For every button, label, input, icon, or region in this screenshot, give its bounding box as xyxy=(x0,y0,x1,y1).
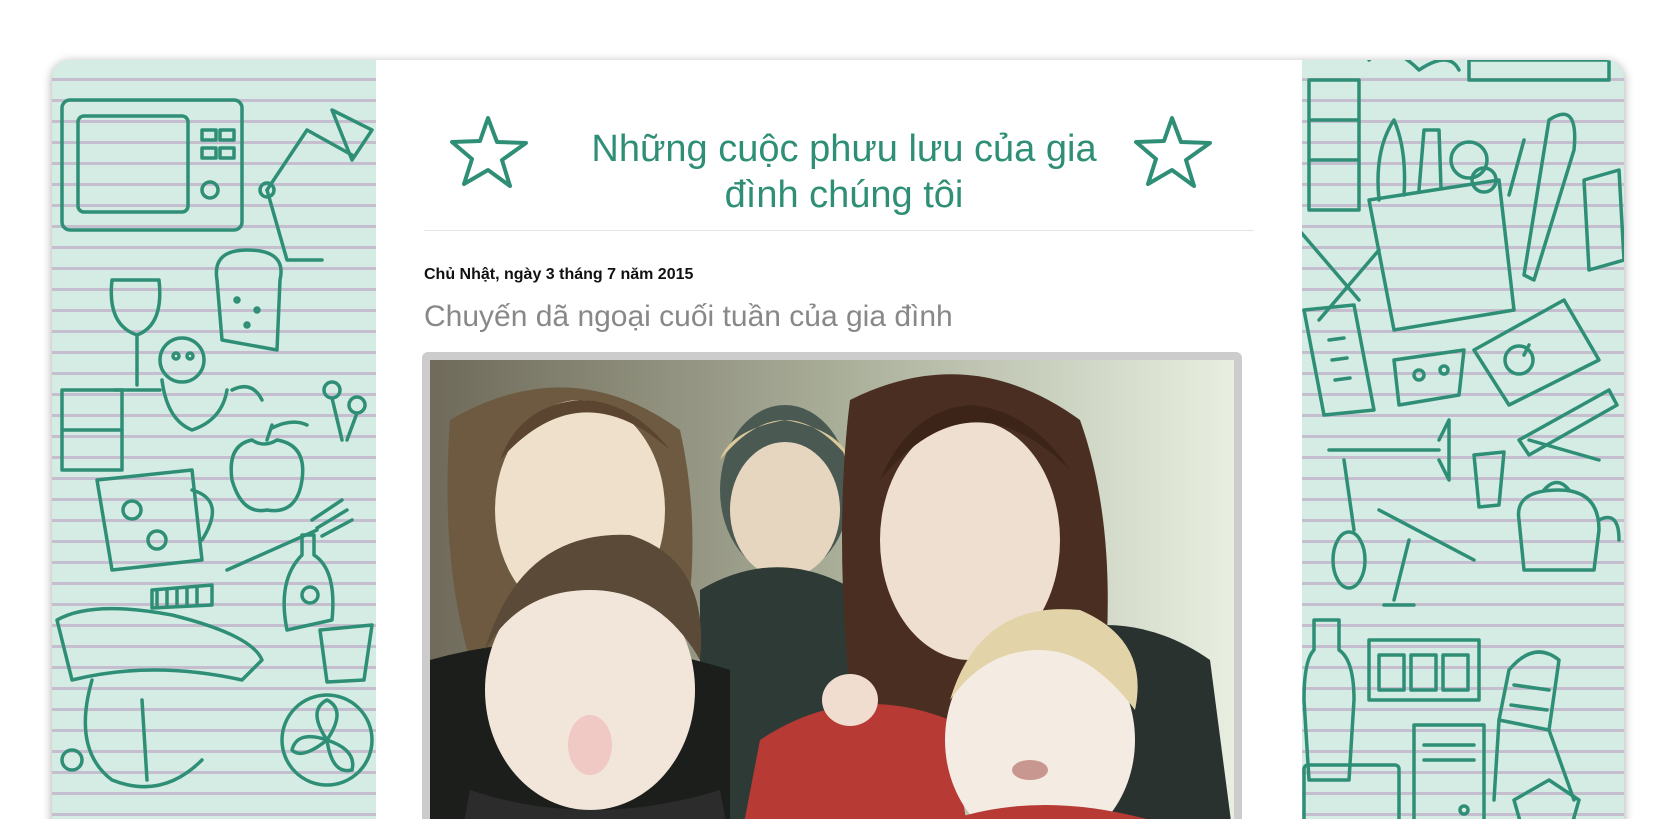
page: Những cuộc phưu lưu của gia đình chúng t… xyxy=(0,0,1667,819)
timer-icon xyxy=(1472,298,1601,407)
fork-icon xyxy=(225,498,354,572)
apple-icon xyxy=(229,420,309,513)
flower-icon xyxy=(322,380,367,442)
cheese-icon xyxy=(1392,348,1466,407)
microwave-icon xyxy=(60,98,244,232)
dresser-icon xyxy=(1367,638,1481,702)
computer-icon xyxy=(1412,723,1486,819)
blog-content: Những cuộc phưu lưu của gia đình chúng t… xyxy=(376,60,1302,819)
family-selfie-photo[interactable] xyxy=(430,360,1234,819)
lamp-icon xyxy=(258,108,374,262)
dog-icon xyxy=(158,336,264,432)
fan-icon xyxy=(280,693,374,787)
monitor-icon xyxy=(1302,763,1401,819)
mug-icon xyxy=(95,468,215,572)
clothespin-icon xyxy=(1517,388,1619,462)
post-photo-frame xyxy=(422,352,1242,819)
right-edge-box-icon xyxy=(1582,168,1624,272)
frame-icon xyxy=(1367,60,1611,82)
toast-icon xyxy=(214,248,283,352)
spoon-icon xyxy=(1331,458,1367,590)
kettle-icon xyxy=(1516,480,1621,572)
mixer-icon xyxy=(55,606,264,789)
star-icon xyxy=(450,112,530,192)
right-doodle-pattern xyxy=(1299,60,1624,819)
shelf-icon xyxy=(60,388,124,472)
wine-glass-icon xyxy=(109,278,162,392)
chair-icon xyxy=(1492,650,1576,802)
blog-title[interactable]: Những cuộc phưu lưu của gia đình chúng t… xyxy=(584,126,1104,218)
glass-icon-right xyxy=(1472,450,1506,509)
cocktail-glass-icon xyxy=(1377,508,1476,607)
post-date: Chủ Nhật, ngày 3 tháng 7 năm 2015 xyxy=(424,266,694,283)
blog-header: Những cuộc phưu lưu của gia đình chúng t… xyxy=(424,60,1254,231)
left-doodle-pattern xyxy=(52,60,377,819)
star-icon xyxy=(1134,112,1214,192)
comb-icon xyxy=(150,583,214,610)
grocery-bag-icon xyxy=(1367,118,1526,332)
knife-icon xyxy=(1522,112,1577,282)
measuring-cup-icon xyxy=(1302,303,1376,417)
dresser-top-icon xyxy=(1307,78,1361,212)
bottle-icon xyxy=(282,533,335,632)
glass-icon xyxy=(318,623,374,684)
post-title[interactable]: Chuyến dã ngoại cuối tuần của gia đình xyxy=(424,300,953,334)
bottle-icon-right xyxy=(1302,618,1356,782)
